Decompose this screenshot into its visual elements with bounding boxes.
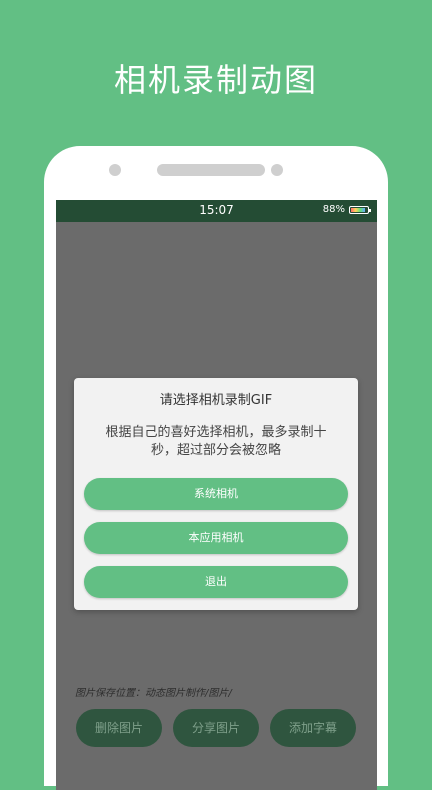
- app-screen: 15:07 88% 图片保存位置：动态图片制作/图片/ 删除图片 分享图片 添加…: [56, 200, 377, 790]
- camera-choice-dialog: 请选择相机录制GIF 根据自己的喜好选择相机，最多录制十秒，超过部分会被忽略 系…: [74, 378, 358, 610]
- add-subtitle-button[interactable]: 添加字幕: [270, 709, 356, 747]
- app-camera-button[interactable]: 本应用相机: [84, 522, 348, 554]
- battery-fill: [351, 207, 366, 212]
- battery-percent: 88%: [322, 204, 345, 215]
- status-bar: 15:07 88%: [56, 200, 377, 222]
- front-camera-icon: [109, 164, 121, 176]
- promo-title: 相机录制动图: [113, 61, 318, 99]
- speaker-grille: [157, 164, 265, 176]
- dialog-message: 根据自己的喜好选择相机，最多录制十秒，超过部分会被忽略: [105, 425, 327, 458]
- share-image-button[interactable]: 分享图片: [173, 709, 259, 747]
- exit-button[interactable]: 退出: [84, 566, 348, 598]
- phone-frame: 15:07 88% 图片保存位置：动态图片制作/图片/ 删除图片 分享图片 添加…: [44, 146, 388, 790]
- status-right: 88%: [322, 204, 371, 215]
- save-path-label: 图片保存位置：动态图片制作/图片/: [75, 688, 232, 699]
- sensor-icon: [271, 164, 283, 176]
- dialog-title: 请选择相机录制GIF: [159, 393, 273, 408]
- delete-image-button[interactable]: 删除图片: [76, 709, 162, 747]
- system-camera-button[interactable]: 系统相机: [84, 478, 348, 510]
- battery-icon: [349, 205, 371, 214]
